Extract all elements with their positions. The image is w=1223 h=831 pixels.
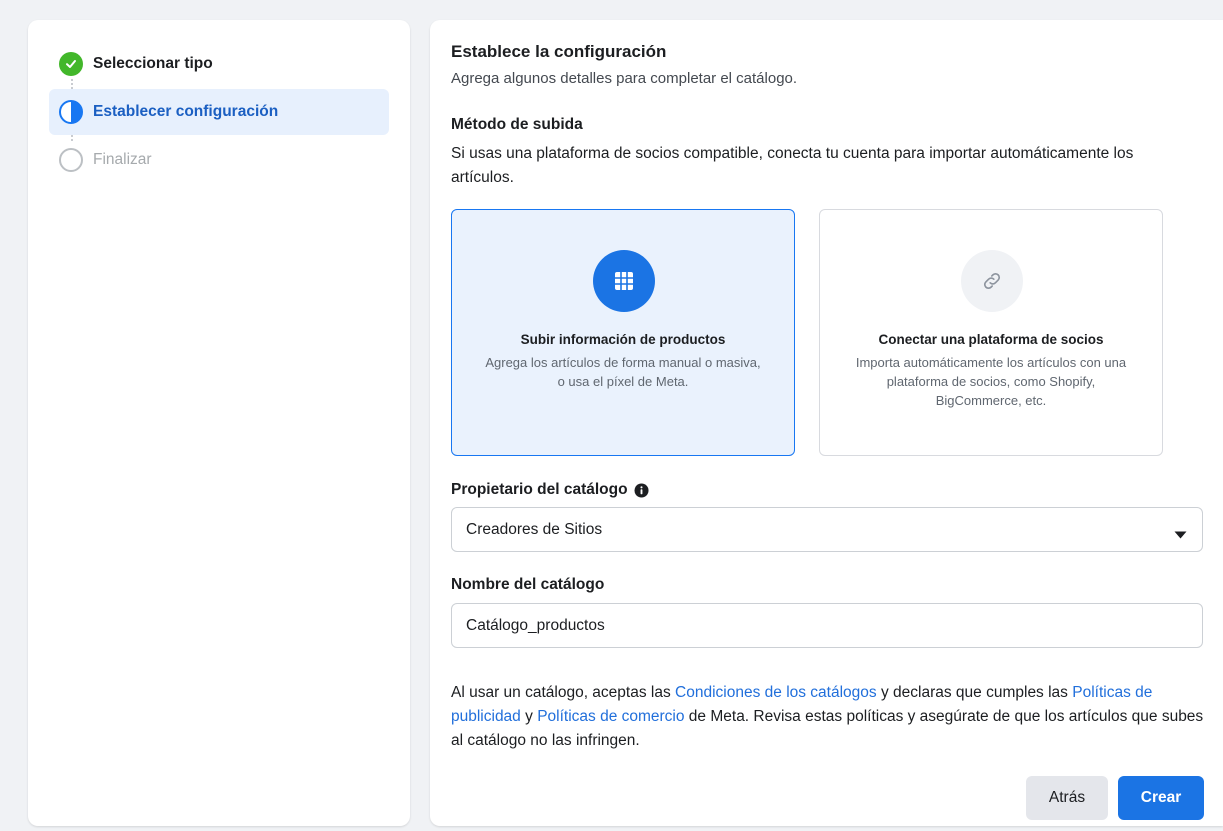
catalog-name-input[interactable] [451, 603, 1203, 648]
catalog-terms-link[interactable]: Condiciones de los catálogos [675, 684, 877, 701]
half-circle-icon [59, 100, 83, 124]
back-button[interactable]: Atrás [1026, 776, 1108, 820]
info-icon[interactable] [634, 482, 649, 498]
catalog-owner-label-text: Propietario del catálogo [451, 481, 628, 498]
terms-text-part: Al usar un catálogo, aceptas las [451, 684, 676, 701]
card-title: Subir información de productos [520, 332, 726, 347]
card-description: Agrega los artículos de forma manual o m… [485, 355, 761, 389]
upload-method-title: Método de subida [451, 116, 583, 133]
empty-circle-icon [59, 148, 83, 172]
steps-panel: Seleccionar tipo Establecer configuració… [28, 20, 410, 826]
catalog-name-label: Nombre del catálogo [451, 576, 605, 593]
terms-text: Al usar un catálogo, aceptas las Condici… [451, 681, 1211, 753]
step-label: Establecer configuración [93, 103, 279, 120]
grid-icon [593, 250, 655, 312]
terms-text-part: y declaras que cumples las [876, 684, 1073, 701]
step-label: Seleccionar tipo [93, 55, 213, 72]
step-establecer-configuracion[interactable]: Establecer configuración [49, 89, 389, 135]
create-button[interactable]: Crear [1118, 776, 1204, 820]
catalog-owner-value: Creadores de Sitios [466, 520, 603, 538]
card-description: Importa automáticamente los artículos co… [855, 355, 1127, 408]
page-subtitle: Agrega algunos detalles para completar e… [451, 70, 798, 87]
step-seleccionar-tipo[interactable]: Seleccionar tipo [49, 41, 389, 87]
card-title: Conectar una plataforma de socios [878, 332, 1104, 347]
caret-down-icon [1174, 526, 1187, 544]
commerce-policies-link[interactable]: Políticas de comercio [537, 708, 684, 725]
page-title: Establece la configuración [451, 42, 667, 61]
connect-partner-card[interactable]: Conectar una plataforma de socios Import… [819, 209, 1163, 456]
catalog-owner-select[interactable]: Creadores de Sitios [451, 507, 1203, 552]
step-finalizar: Finalizar [49, 137, 389, 183]
terms-text-part: y [520, 708, 538, 725]
link-icon [961, 250, 1023, 312]
configuration-panel: Establece la configuración Agrega alguno… [430, 20, 1223, 826]
upload-products-card[interactable]: Subir información de productos Agrega lo… [451, 209, 795, 456]
upload-method-description: Si usas una plataforma de socios compati… [451, 145, 1134, 186]
step-label: Finalizar [93, 151, 152, 168]
catalog-owner-label: Propietario del catálogo [451, 481, 649, 499]
check-icon [59, 52, 83, 76]
